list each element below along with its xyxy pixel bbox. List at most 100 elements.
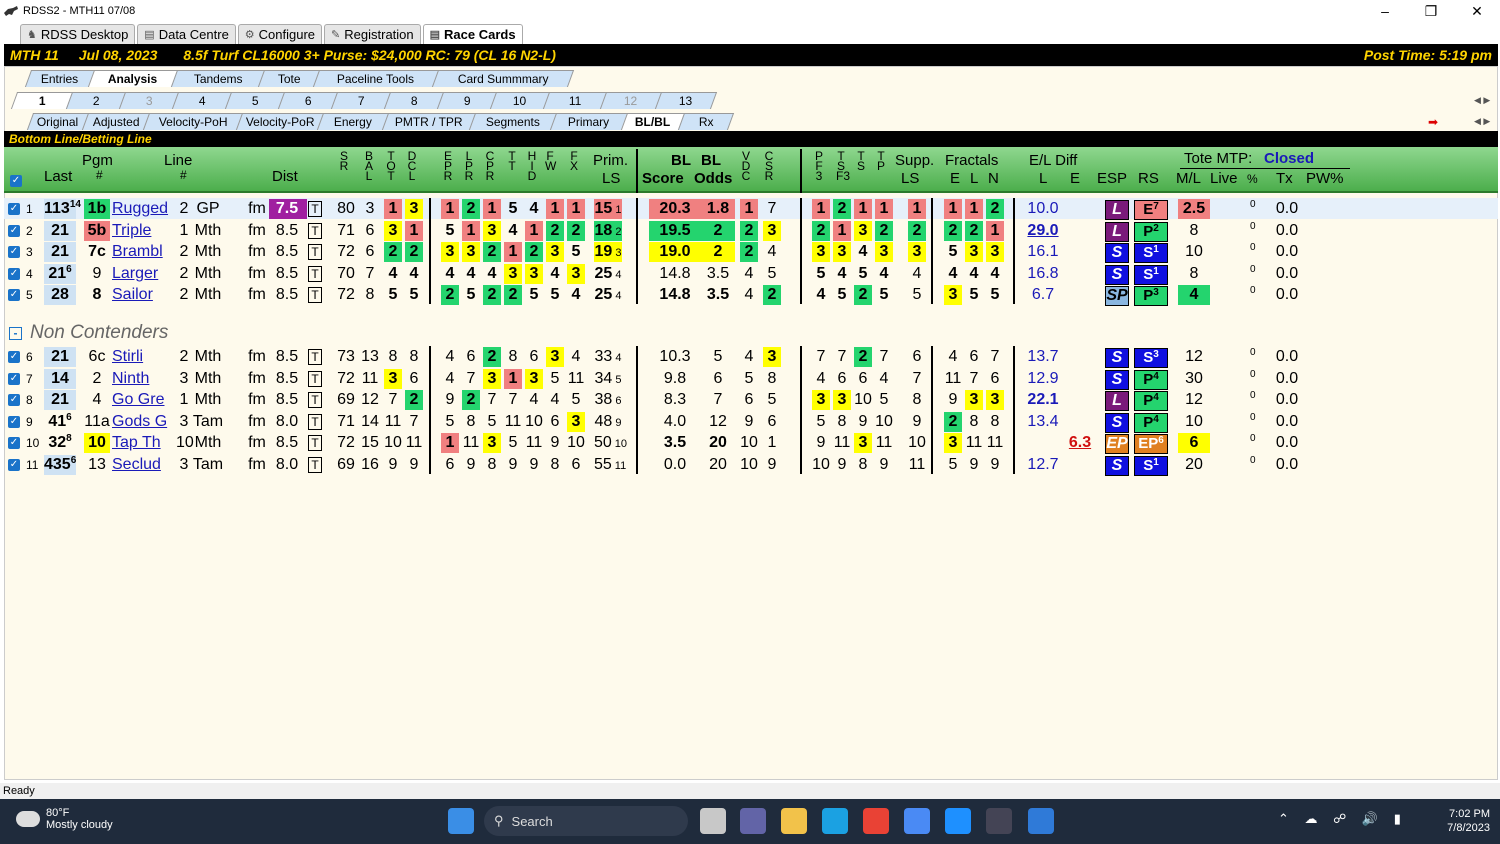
subtab-bl-bl[interactable]: BL/BL (620, 113, 686, 130)
horse-name-link[interactable]: Rugged (112, 200, 168, 217)
system-tray-icons[interactable]: ⌃ ☁ ☍ 🔊 ▮ (1278, 811, 1407, 827)
cell-name[interactable]: Triple (112, 221, 176, 241)
windows-start-icon[interactable] (448, 808, 474, 834)
row-checkbox[interactable]: ✓ (8, 416, 20, 428)
chrome-icon[interactable] (863, 808, 889, 834)
restore-button[interactable]: ❐ (1408, 0, 1454, 22)
cell-name[interactable]: Rugged (112, 199, 176, 219)
row-checkbox[interactable]: ✓ (8, 437, 20, 449)
subtab-segments[interactable]: Segments (468, 113, 558, 130)
mdp-app-icon[interactable] (1028, 808, 1054, 834)
row-checkbox[interactable]: ✓ (8, 225, 20, 237)
subtab-adjusted[interactable]: Adjusted (81, 113, 151, 130)
table-row[interactable]: ✓ 5 28 8 Sailor 2 Mth fm 8.5 72 8 5 5 2 5 2 2 5 5 4 25 4 14.8 3… (4, 284, 1498, 306)
row-checkbox[interactable]: ✓ (8, 459, 20, 471)
horse-name-link[interactable]: Stirli (112, 348, 143, 365)
race-tab-3[interactable]: 3 (118, 92, 180, 109)
table-row[interactable]: ✓ 2 21 5b Triple 1 Mth fm 8.5 71 6 3 1 5 1 3 4 1 2 2 18 2 19.5… (4, 220, 1498, 242)
select-all-checkbox[interactable]: ✓ (10, 175, 22, 187)
horse-name-link[interactable]: Larger (112, 265, 158, 282)
race-tab-2[interactable]: 2 (65, 92, 127, 109)
race-tab-4[interactable]: 4 (171, 92, 233, 109)
subtab-pmtr-tpr[interactable]: PMTR / TPR (381, 113, 477, 130)
rdss-app-icon[interactable] (986, 808, 1012, 834)
tab-analysis[interactable]: Analysis (87, 70, 179, 87)
race-tab-13[interactable]: 13 (654, 92, 718, 109)
race-tab-9[interactable]: 9 (436, 92, 498, 109)
horse-name-link[interactable]: Sailor (112, 286, 153, 303)
race-tab-1[interactable]: 1 (10, 92, 74, 109)
minimize-button[interactable]: – (1362, 0, 1408, 22)
table-row[interactable]: ✓ 11 4356 13 Seclud 3 Tam fm 8.0 69 16 9 9 6 9 8 9 9 8 6 55 1… (4, 454, 1498, 476)
help-icon[interactable] (945, 808, 971, 834)
race-tab-8[interactable]: 8 (383, 92, 445, 109)
close-button[interactable]: ✕ (1454, 0, 1500, 22)
cell-name[interactable]: Gods G (112, 412, 176, 432)
scroll-arrows[interactable]: ◀ ▶ (1474, 116, 1490, 127)
horse-name-link[interactable]: Ninth (112, 370, 149, 387)
race-tab-5[interactable]: 5 (224, 92, 286, 109)
cell-name[interactable]: Sailor (112, 285, 176, 305)
cell-name[interactable]: Seclud (112, 455, 176, 475)
table-row[interactable]: ✓ 1 11314 1b Rugged 2 GP fm 7.5 80 3 1 3 1 2 1 5 4 1 1 15 1 20… (4, 198, 1498, 220)
table-row[interactable]: ✓ 10 328 10 Tap Th 10 Mth fm 8.5 72 15 10 11 1 11 3 5 11 9… (4, 432, 1498, 454)
tab-tote[interactable]: Tote (257, 70, 321, 87)
horse-name-link[interactable]: Gods G (112, 413, 167, 430)
subtab-velocity-por[interactable]: Velocity-PoR (235, 113, 325, 130)
race-tab-6[interactable]: 6 (277, 92, 339, 109)
edge-icon[interactable] (822, 808, 848, 834)
tab-data-centre[interactable]: ▤ Data Centre (137, 24, 236, 44)
horse-name-link[interactable]: Go Gre (112, 391, 164, 408)
tab-configure[interactable]: ⚙ Configure (237, 24, 323, 44)
cell-name[interactable]: Go Gre (112, 390, 176, 410)
row-checkbox[interactable]: ✓ (8, 203, 20, 215)
race-tab-10[interactable]: 10 (489, 92, 551, 109)
scroll-arrows[interactable]: ◀ ▶ (1474, 95, 1490, 106)
table-row[interactable]: ✓ 6 21 6c Stirli 2 Mth fm 8.5 73 13 8 8 4 6 2 8 6 3 4 33 4 10.… (4, 346, 1498, 368)
tab-paceline-tools[interactable]: Paceline Tools (312, 70, 440, 87)
horse-name-link[interactable]: Triple (112, 222, 151, 239)
chat-icon[interactable] (740, 808, 766, 834)
table-row[interactable]: ✓ 9 416 11a Gods G 3 Tam fm 8.0 71 14 11 7 5 8 5 11 10 6 3 4… (4, 411, 1498, 433)
row-checkbox[interactable]: ✓ (8, 394, 20, 406)
table-row[interactable]: ✓ 7 14 2 Ninth 3 Mth fm 8.5 72 11 3 6 4 7 3 1 3 5 11 34 5 9.8 6… (4, 368, 1498, 390)
cell-name[interactable]: Ninth (112, 369, 176, 389)
export-icon[interactable]: ➡ (1428, 115, 1442, 129)
subtab-rx[interactable]: Rx (677, 113, 735, 130)
tab-registration[interactable]: ✎ Registration (324, 24, 421, 44)
table-row[interactable]: ✓ 3 21 7c Brambl 2 Mth fm 8.5 72 6 2 2 3 3 2 1 2 3 5 19 3 19.0… (4, 241, 1498, 263)
taskbar-search[interactable]: ⚲ Search (484, 806, 688, 836)
cell-name[interactable]: Brambl (112, 242, 176, 262)
table-row[interactable]: ✓ 8 21 4 Go Gre 1 Mth fm 8.5 69 12 7 2 9 2 7 7 4 4 5 38 6 8.3 7… (4, 389, 1498, 411)
cell-name[interactable]: Tap Th (112, 433, 176, 453)
race-tab-11[interactable]: 11 (542, 92, 608, 109)
row-checkbox[interactable]: ✓ (8, 246, 20, 258)
horse-name-link[interactable]: Brambl (112, 243, 163, 260)
cell-name[interactable]: Stirli (112, 347, 176, 367)
subtab-velocity-poh[interactable]: Velocity-PoH (142, 113, 244, 130)
subtab-original[interactable]: Original (26, 113, 90, 130)
row-checkbox[interactable]: ✓ (8, 268, 20, 280)
row-checkbox[interactable]: ✓ (8, 289, 20, 301)
horse-name-link[interactable]: Seclud (112, 456, 161, 473)
subtab-primary[interactable]: Primary (549, 113, 629, 130)
tab-tandems[interactable]: Tandems (170, 70, 266, 87)
row-checkbox[interactable]: ✓ (8, 351, 20, 363)
tab-rdss-desktop[interactable]: ♞ RDSS Desktop (20, 24, 136, 44)
clock[interactable]: 7:02 PM 7/8/2023 (1447, 807, 1490, 835)
tab-entries[interactable]: Entries (24, 70, 96, 87)
table-row[interactable]: ✓ 4 216 9 Larger 2 Mth fm 8.5 70 7 4 4 4 4 4 3 3 4 3 25 4 14.8… (4, 263, 1498, 285)
row-checkbox[interactable]: ✓ (8, 373, 20, 385)
store-icon[interactable] (904, 808, 930, 834)
subtab-energy[interactable]: Energy (316, 113, 390, 130)
cell-name[interactable]: Larger (112, 264, 176, 284)
race-tab-7[interactable]: 7 (330, 92, 392, 109)
tab-race-cards[interactable]: ▤ Race Cards (422, 24, 523, 44)
horse-name-link[interactable]: Tap Th (112, 434, 161, 451)
race-tab-12[interactable]: 12 (599, 92, 663, 109)
weather-widget[interactable]: 80°F Mostly cloudy (16, 807, 113, 831)
collapse-toggle[interactable]: - (9, 326, 22, 340)
tab-card-summmary[interactable]: Card Summmary (431, 70, 575, 87)
task-view-icon[interactable] (700, 808, 726, 834)
file-explorer-icon[interactable] (781, 808, 807, 834)
